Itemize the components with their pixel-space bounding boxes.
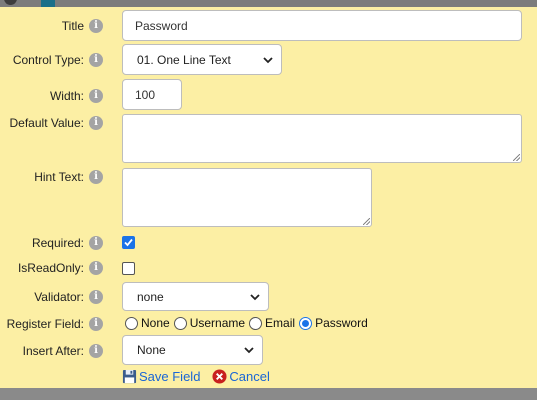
resize-handle-icon[interactable] — [513, 154, 520, 161]
chevron-down-icon — [244, 347, 254, 354]
active-tab-indicator — [41, 0, 55, 7]
checkmark-icon — [124, 238, 133, 247]
register-option-none[interactable]: None — [125, 316, 170, 330]
radio-username[interactable] — [173, 316, 187, 330]
insert-after-label: Insert After: — [22, 344, 84, 358]
hint-text-textarea[interactable] — [122, 168, 372, 227]
width-label: Width: — [49, 89, 84, 103]
info-icon: i — [89, 170, 103, 184]
window-top-bar — [0, 0, 537, 7]
register-option-password[interactable]: Password — [299, 316, 368, 330]
info-icon: i — [89, 344, 103, 358]
required-checkbox[interactable] — [122, 236, 135, 249]
default-value-label: Default Value: — [9, 116, 85, 130]
width-input[interactable]: 100 — [122, 79, 182, 110]
radio-password[interactable] — [299, 316, 313, 330]
cancel-button[interactable]: Cancel — [212, 369, 270, 384]
radio-none[interactable] — [125, 316, 138, 330]
validator-value: none — [137, 289, 164, 304]
required-label: Required: — [31, 236, 84, 250]
chevron-down-icon — [263, 56, 273, 63]
default-value-textarea[interactable] — [122, 114, 522, 163]
control-type-select[interactable]: 01. One Line Text — [122, 44, 282, 75]
window-control-icon[interactable] — [4, 0, 17, 5]
info-icon: i — [89, 89, 103, 103]
info-icon: i — [89, 19, 103, 33]
chevron-down-icon — [250, 293, 260, 300]
save-field-button[interactable]: Save Field — [122, 369, 200, 384]
control-type-value: 01. One Line Text — [137, 52, 231, 67]
radio-email[interactable] — [249, 316, 263, 330]
title-input[interactable]: Password — [122, 10, 522, 41]
insert-after-select[interactable]: None — [122, 335, 263, 365]
info-icon: i — [89, 290, 103, 304]
form-actions: Save Field Cancel — [122, 369, 282, 384]
info-icon: i — [89, 53, 103, 67]
is-read-only-checkbox[interactable] — [122, 262, 135, 275]
control-type-label: Control Type: — [12, 53, 84, 67]
register-field-options: None Username Email Password — [125, 316, 372, 330]
info-icon: i — [89, 261, 103, 275]
info-icon: i — [89, 236, 103, 250]
register-option-email[interactable]: Email — [249, 316, 295, 330]
cancel-icon — [212, 369, 227, 384]
hint-text-label: Hint Text: — [34, 170, 84, 184]
validator-label: Validator: — [34, 290, 84, 304]
resize-handle-icon[interactable] — [363, 218, 370, 225]
validator-select[interactable]: none — [122, 282, 269, 311]
register-option-username[interactable]: Username — [173, 316, 245, 330]
info-icon: i — [89, 116, 103, 130]
insert-after-value: None — [137, 343, 166, 357]
title-label: Title — [61, 19, 84, 33]
info-icon: i — [89, 317, 103, 331]
window-bottom-bar — [0, 388, 537, 400]
floppy-disk-icon — [122, 369, 137, 384]
register-field-label: Register Field: — [6, 317, 84, 331]
is-read-only-label: IsReadOnly: — [17, 261, 84, 275]
